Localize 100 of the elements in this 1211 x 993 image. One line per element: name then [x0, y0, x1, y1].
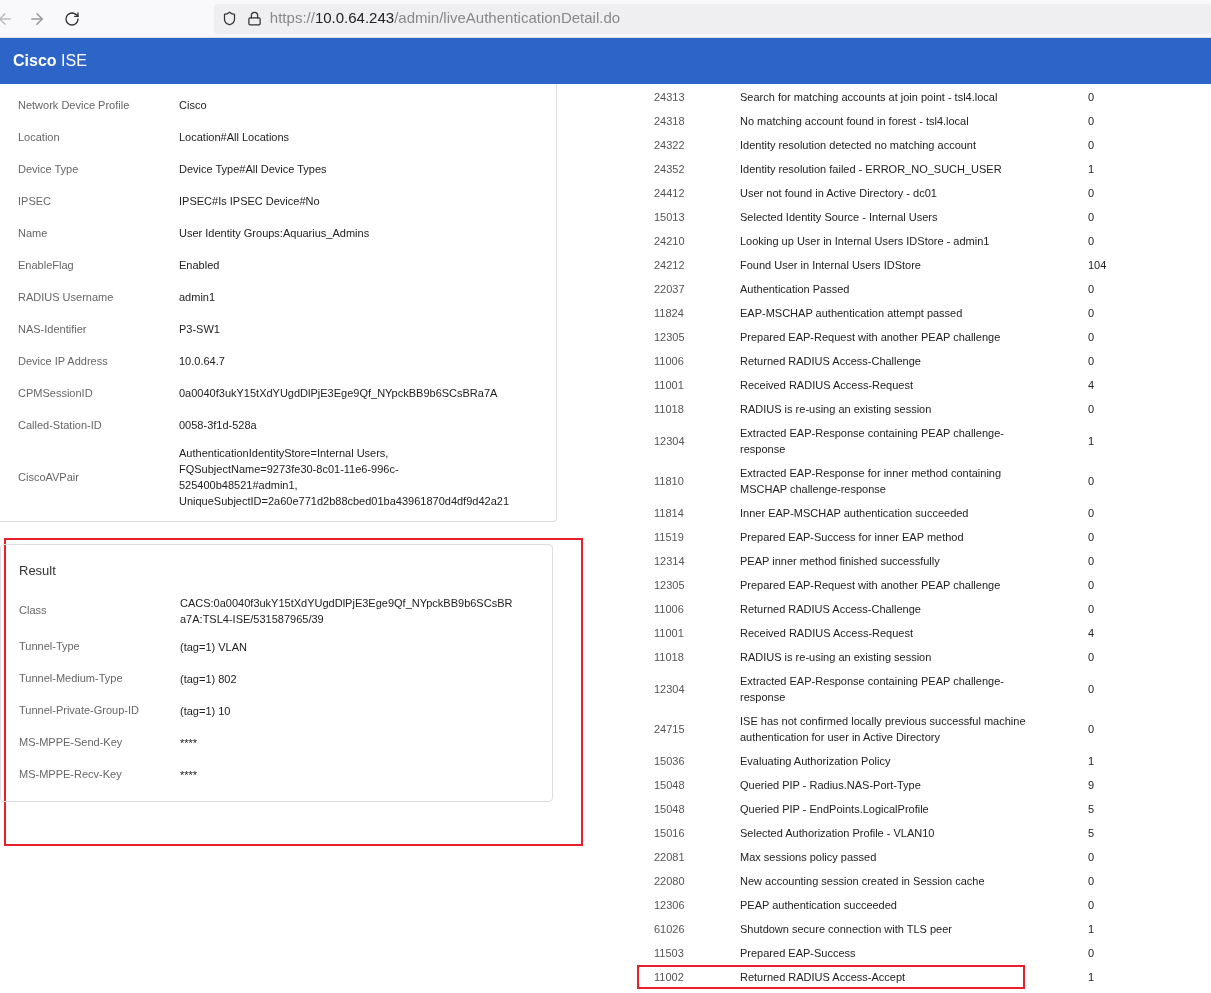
step-code: 11814 [653, 506, 685, 521]
field-value: (tag=1) 10 [180, 703, 232, 719]
field-label: EnableFlag [17, 257, 75, 273]
field-label: Device Type [17, 161, 80, 177]
step-code: 24210 [653, 234, 686, 249]
step-code: 15048 [653, 778, 686, 793]
step-description: Shutdown secure connection with TLS peer [740, 922, 953, 937]
step-code: 11503 [653, 946, 685, 961]
step-latency: 1 [1088, 754, 1096, 769]
step-description: Found User in Internal Users IDStore [740, 258, 922, 273]
step-code: 11006 [653, 602, 685, 617]
field-value: 0a0040f3ukY15tXdYUgdDlPjE3Ege9Qf_NYpckBB9b6SCsBRa7A [179, 386, 499, 401]
field-value: 10.0.64.7 [179, 354, 226, 369]
section-title: Result [18, 562, 57, 580]
step-description: RADIUS is re-using an existing session [740, 650, 933, 665]
step-latency: 0 [1088, 114, 1096, 129]
field-label: Name [17, 225, 49, 241]
step-code: 12305 [653, 330, 686, 345]
step-description: User not found in Active Directory - dc01 [740, 186, 938, 201]
step-latency: 1 [1088, 162, 1096, 177]
step-latency: 0 [1088, 506, 1096, 521]
step-description: Received RADIUS Access-Request [740, 626, 914, 641]
step-code: 12314 [653, 554, 686, 569]
step-description: Extracted EAP-Response containing PEAP challenge-response [740, 674, 1005, 705]
step-code: 12305 [653, 578, 686, 593]
field-value: User Identity Groups:Aquarius_Admins [179, 226, 371, 241]
field-label: NAS-Identifier [17, 321, 88, 337]
step-code: 24322 [653, 138, 686, 153]
step-description: Extracted EAP-Response containing PEAP challenge-response [740, 426, 1005, 457]
step-code: 12304 [653, 682, 686, 697]
field-value: **** [180, 735, 199, 751]
step-code: 11519 [653, 530, 685, 545]
step-description: Returned RADIUS Access-Challenge [740, 354, 922, 369]
step-description: Queried PIP - Radius.NAS-Port-Type [740, 778, 922, 793]
step-code: 11810 [653, 474, 685, 489]
field-value: Enabled [179, 258, 221, 273]
step-code: 24715 [653, 722, 686, 737]
step-description: Prepared EAP-Request with another PEAP challenge [740, 330, 1002, 345]
step-code: 11824 [653, 306, 685, 321]
step-description: New accounting session created in Session cache [740, 874, 986, 889]
step-latency: 0 [1088, 722, 1096, 737]
field-value: Location#All Locations [179, 130, 291, 145]
step-code: 11002 [653, 970, 685, 985]
step-latency: 1 [1088, 970, 1096, 985]
step-code: 15016 [653, 826, 686, 841]
step-latency: 0 [1088, 90, 1096, 105]
reload-icon[interactable] [63, 10, 80, 27]
step-code: 24352 [653, 162, 686, 177]
step-latency: 0 [1088, 602, 1096, 617]
step-latency: 4 [1088, 626, 1096, 641]
step-latency: 0 [1088, 554, 1096, 569]
step-code: 22080 [653, 874, 686, 889]
field-label: Tunnel-Medium-Type [18, 671, 124, 687]
step-code: 11018 [653, 402, 685, 417]
step-latency: 5 [1088, 826, 1096, 841]
step-latency: 0 [1088, 282, 1096, 297]
step-description: EAP-MSCHAP authentication attempt passed [740, 306, 964, 321]
step-code: 22037 [653, 282, 686, 297]
field-value: (tag=1) VLAN [180, 639, 248, 655]
step-description: Max sessions policy passed [740, 850, 878, 865]
step-latency: 5 [1088, 802, 1096, 817]
field-label: Device IP Address [17, 353, 109, 369]
step-description: No matching account found in forest - tsl4.local [740, 114, 970, 129]
step-description: Inner EAP-MSCHAP authentication succeeded [740, 506, 970, 521]
step-description: Selected Authorization Profile - VLAN10 [740, 826, 936, 841]
step-latency: 0 [1088, 402, 1096, 417]
field-label: Location [17, 129, 61, 145]
step-latency: 104 [1088, 258, 1108, 273]
step-latency: 9 [1088, 778, 1096, 793]
step-latency: 0 [1088, 850, 1096, 865]
field-value: **** [180, 767, 199, 783]
step-latency: 0 [1088, 306, 1096, 321]
step-description: Looking up User in Internal Users IDStore - admin1 [740, 234, 991, 249]
field-label: MS-MPPE-Send-Key [18, 735, 124, 751]
step-description: Identity resolution detected no matching account [740, 138, 978, 153]
field-label: CiscoAVPair [17, 469, 80, 485]
step-latency: 0 [1088, 530, 1096, 545]
step-description: Search for matching accounts at join point - tsl4.local [740, 90, 999, 105]
step-description: Returned RADIUS Access-Challenge [740, 602, 922, 617]
field-label: MS-MPPE-Recv-Key [18, 767, 123, 783]
field-label: Tunnel-Type [18, 639, 81, 655]
step-description: Prepared EAP-Success for inner EAP method [740, 530, 965, 545]
field-value: CACS:0a0040f3ukY15tXdYUgdDlPjE3Ege9Qf_NYpckBB9b6SCsBRa7A:TSL4-ISE/531587965/39 [180, 595, 514, 627]
field-value: AuthenticationIdentityStore=Internal Users, FQSubjectName=9273fe30-8c01-11e6-996c-525400b48521#admin1, UniqueSubjectID=2a60e771d2b88cbed01ba43961870d4df9d42a21 [179, 446, 510, 509]
shield-icon [221, 11, 237, 26]
step-latency: 4 [1088, 378, 1096, 393]
field-label: Class [18, 603, 48, 619]
field-value: Cisco [179, 98, 208, 113]
step-latency: 0 [1088, 474, 1096, 489]
address-bar[interactable]: https://10.0.64.243/admin/liveAuthenticationDetail.do [213, 3, 1211, 34]
step-latency: 0 [1088, 354, 1096, 369]
step-latency: 0 [1088, 330, 1096, 345]
step-code: 11006 [653, 354, 685, 369]
step-description: Queried PIP - EndPoints.LogicalProfile [740, 802, 930, 817]
url-text: https://10.0.64.243/admin/liveAuthenticationDetail.do [269, 8, 621, 29]
field-label: Network Device Profile [17, 97, 131, 113]
step-latency: 1 [1088, 434, 1096, 449]
field-value: 0058-3f1d-528a [179, 418, 258, 433]
step-code: 11018 [653, 650, 685, 665]
step-code: 24212 [653, 258, 686, 273]
